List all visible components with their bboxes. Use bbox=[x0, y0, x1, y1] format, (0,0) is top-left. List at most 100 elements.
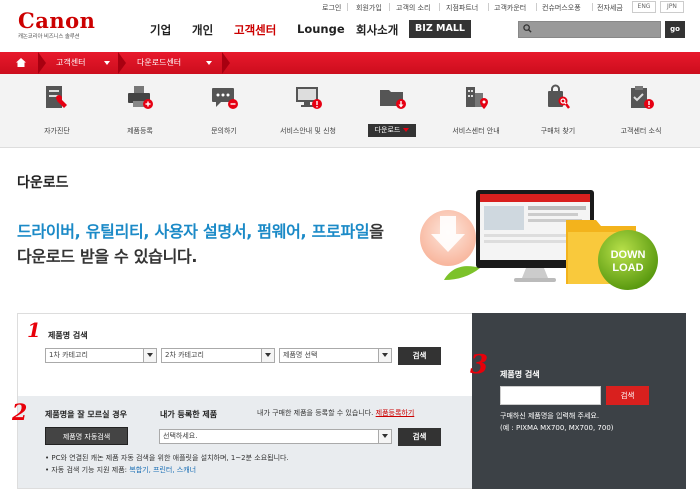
headline-particle: 을 bbox=[369, 222, 384, 241]
lang-eng-button[interactable]: ENG bbox=[632, 1, 656, 13]
product-name-input[interactable] bbox=[500, 386, 601, 405]
building-pin-icon bbox=[466, 87, 488, 109]
chevron-down-icon bbox=[378, 349, 391, 362]
subnav-service-request[interactable]: 서비스안내 및 신청 bbox=[273, 80, 343, 144]
registered-note-text: 내가 구매한 제품을 등록할 수 있습니다. bbox=[257, 409, 374, 417]
supported-products: 복합기, 프린터, 스캐너 bbox=[129, 466, 197, 474]
registered-products-title: 내가 등록한 제품 bbox=[160, 410, 218, 419]
clipboard-alert-icon bbox=[631, 86, 654, 109]
wrench-document-icon bbox=[46, 86, 67, 108]
auto-search-button[interactable]: 제품명 자동검색 bbox=[45, 427, 128, 445]
util-separator bbox=[592, 3, 593, 11]
subnav-label: 제품등록 bbox=[127, 127, 153, 135]
chevron-down-icon bbox=[378, 430, 391, 443]
chevron-down-icon bbox=[261, 349, 274, 362]
subnav-label-text: 다운로드 bbox=[374, 126, 401, 134]
product-search-title: 제품명 검색 bbox=[48, 331, 88, 340]
nav-customer-center[interactable]: 고객센터 bbox=[234, 22, 276, 38]
product-value: 제품명 선택 bbox=[283, 351, 318, 359]
product-name-search-title: 제품명 검색 bbox=[500, 370, 540, 379]
canon-logo[interactable]: Canon bbox=[18, 8, 95, 33]
supported-prefix: • 자동 검색 기능 지원 제품: bbox=[45, 466, 130, 474]
lang-jpn-button[interactable]: JPN bbox=[660, 1, 684, 13]
registered-note: 내가 구매한 제품을 등록할 수 있습니다. 제품등록하기 bbox=[257, 408, 414, 418]
badge-text-down: DOWN bbox=[611, 249, 646, 261]
registered-search-button[interactable]: 검색 bbox=[398, 428, 441, 446]
util-tax[interactable]: 전자세금 bbox=[597, 3, 623, 13]
category2-select[interactable]: 2차 카테고리 bbox=[161, 348, 275, 363]
registered-select-value: 선택하세요. bbox=[163, 432, 198, 440]
folder-download-icon bbox=[380, 90, 406, 109]
header: Canon 캐논코리아 비즈니스 솔루션 기업 개인 고객센터 Lounge 회… bbox=[0, 0, 700, 52]
auto-search-note: • PC와 연결된 캐논 제품 자동 검색을 위한 애플릿을 설치하며, 1~2… bbox=[45, 454, 289, 462]
breadcrumb: 홈 고객센터 다운로드센터 bbox=[0, 52, 700, 74]
util-counter[interactable]: 고객카운터 bbox=[494, 3, 526, 13]
subnav-download[interactable]: 다운로드 bbox=[357, 80, 427, 144]
util-separator bbox=[389, 3, 390, 11]
annotation-number-1: 1 bbox=[27, 318, 41, 342]
caret-down-icon bbox=[403, 128, 410, 132]
product-name-help: 구매하신 제품명을 입력해 주세요. bbox=[500, 412, 600, 420]
nav-lounge[interactable]: Lounge bbox=[297, 22, 345, 36]
util-login[interactable]: 로그인 bbox=[322, 3, 341, 13]
register-product-link[interactable]: 제품등록하기 bbox=[376, 409, 415, 417]
header-search-go-button[interactable]: go bbox=[665, 21, 685, 38]
subnav-label: 서비스센터 안내 bbox=[452, 127, 500, 135]
chevron-down-icon[interactable] bbox=[104, 61, 110, 65]
subnav-label: 서비스안내 및 신청 bbox=[280, 127, 336, 135]
supported-products-note: • 자동 검색 기능 지원 제품: 복합기, 프린터, 스캐너 bbox=[45, 465, 196, 475]
download-illustration: DOWN LOAD bbox=[420, 190, 658, 290]
util-signup[interactable]: 회원가입 bbox=[356, 3, 382, 13]
subnav-service-center[interactable]: 서비스센터 안내 bbox=[441, 80, 511, 144]
monitor-alert-icon bbox=[296, 87, 322, 109]
subnav: 자가진단 제품등록 문의하기 서비스안내 및 신청 다운로드 서비스센터 안내 … bbox=[0, 74, 700, 148]
subnav-label: 자가진단 bbox=[44, 127, 70, 135]
product-name-example: (예 : PIXMA MX700, MX700, 700) bbox=[500, 424, 614, 432]
bizmall-button[interactable]: BIZ MALL bbox=[409, 20, 471, 38]
header-search-input[interactable] bbox=[518, 21, 661, 38]
util-separator bbox=[347, 3, 348, 11]
util-consumer[interactable]: 컨슈머스오퐁 bbox=[542, 3, 581, 13]
breadcrumb-separator bbox=[222, 52, 230, 74]
product-select[interactable]: 제품명 선택 bbox=[279, 348, 392, 363]
breadcrumb-separator bbox=[38, 52, 46, 74]
breadcrumb-download-center[interactable]: 다운로드센터 bbox=[137, 52, 181, 74]
annotation-number-3: 3 bbox=[470, 350, 489, 380]
util-separator bbox=[439, 3, 440, 11]
printer-add-icon bbox=[128, 86, 153, 109]
annotation-number-2: 2 bbox=[12, 400, 28, 426]
chevron-down-icon[interactable] bbox=[206, 61, 212, 65]
nav-personal[interactable]: 개인 bbox=[192, 22, 213, 38]
breadcrumb-customer-center[interactable]: 고객센터 bbox=[56, 52, 85, 74]
search-icon bbox=[523, 24, 532, 36]
category-search-button[interactable]: 검색 bbox=[398, 347, 441, 365]
util-voice[interactable]: 고객의 소리 bbox=[396, 3, 430, 13]
subnav-label: 구매처 찾기 bbox=[540, 127, 576, 135]
page: Canon 캐논코리아 비즈니스 솔루션 기업 개인 고객센터 Lounge 회… bbox=[0, 0, 700, 496]
home-icon[interactable] bbox=[16, 58, 26, 67]
product-name-search-button[interactable]: 검색 bbox=[606, 386, 649, 405]
headline-line2: 다운로드 받을 수 있습니다. bbox=[17, 247, 198, 266]
subnav-label: 고객센터 소식 bbox=[620, 127, 662, 135]
page-title: 다운로드 bbox=[17, 175, 69, 191]
logo-subtitle: 캐논코리아 비즈니스 솔루션 bbox=[18, 34, 80, 40]
nav-enterprise[interactable]: 기업 bbox=[150, 22, 171, 38]
badge-text-load: LOAD bbox=[612, 262, 643, 274]
util-separator bbox=[488, 3, 489, 11]
category1-value: 1차 카테고리 bbox=[49, 351, 88, 359]
subnav-inquiry[interactable]: 문의하기 bbox=[189, 80, 259, 144]
subnav-product-register[interactable]: 제품등록 bbox=[105, 80, 175, 144]
util-partner[interactable]: 지점파트너 bbox=[446, 3, 478, 13]
chat-bubble-icon bbox=[212, 88, 238, 109]
subnav-news[interactable]: 고객센터 소식 bbox=[606, 80, 676, 144]
category1-select[interactable]: 1차 카테고리 bbox=[45, 348, 157, 363]
leaf-icon bbox=[444, 266, 480, 280]
nav-company[interactable]: 회사소개 bbox=[356, 22, 398, 38]
registered-product-select[interactable]: 선택하세요. bbox=[159, 429, 392, 444]
category2-value: 2차 카테고리 bbox=[165, 351, 204, 359]
subnav-find-store[interactable]: 구매처 찾기 bbox=[523, 80, 593, 144]
product-name-search-panel: 제품명 검색 검색 구매하신 제품명을 입력해 주세요. (예 : PIXMA … bbox=[472, 313, 686, 489]
subnav-label-active: 다운로드 bbox=[368, 124, 416, 137]
subnav-self-diagnosis[interactable]: 자가진단 bbox=[22, 80, 92, 144]
headline-items: 드라이버, 유틸리티, 사용자 설명서, 펌웨어, 프로파일 bbox=[17, 222, 370, 241]
